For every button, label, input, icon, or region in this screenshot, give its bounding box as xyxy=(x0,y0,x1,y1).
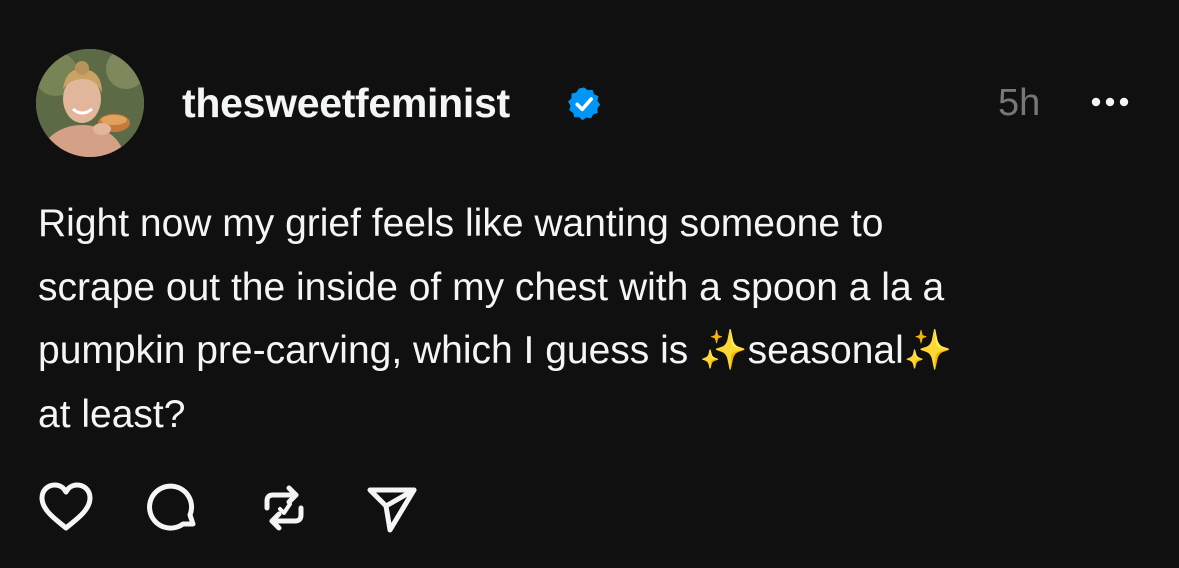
more-options-icon[interactable] xyxy=(1086,90,1134,114)
threads-post: thesweetfeminist 5h Right now my grief f… xyxy=(0,0,1179,568)
avatar-photo xyxy=(36,49,144,157)
avatar[interactable] xyxy=(36,49,144,157)
heart-icon xyxy=(39,482,93,531)
post-text: Right now my grief feels like wanting so… xyxy=(38,202,953,436)
repost-button[interactable] xyxy=(254,478,314,538)
repost-icon xyxy=(264,485,304,531)
like-button[interactable] xyxy=(36,478,96,538)
username[interactable]: thesweetfeminist xyxy=(182,80,510,127)
comment-bubble-icon xyxy=(147,483,196,531)
post-time: 5h xyxy=(998,82,1041,124)
share-button[interactable] xyxy=(362,478,422,538)
send-icon xyxy=(367,487,417,533)
verified-badge-icon xyxy=(568,87,601,121)
reply-button[interactable] xyxy=(143,478,203,538)
